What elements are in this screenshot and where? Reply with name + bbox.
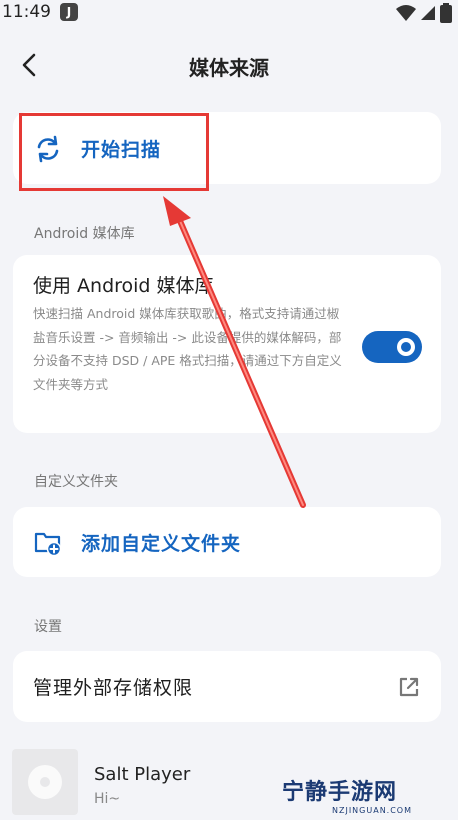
page-title: 媒体来源 xyxy=(189,56,269,80)
status-indicators xyxy=(396,3,452,23)
folder-add-icon xyxy=(34,532,62,557)
battery-icon xyxy=(440,3,452,23)
android-media-description: 快速扫描 Android 媒体库获取歌曲，格式支持请通过椒盐音乐设置 -> 音频… xyxy=(33,306,342,392)
add-custom-folder-label: 添加自定义文件夹 xyxy=(81,533,242,555)
app-bar: 媒体来源 xyxy=(0,40,458,90)
disc-icon xyxy=(28,765,62,799)
manage-storage-permission-label: 管理外部存储权限 xyxy=(33,677,194,699)
android-media-toggle[interactable] xyxy=(362,331,422,363)
custom-folder-section-label: 自定义文件夹 xyxy=(34,474,118,490)
watermark-main-text: 宁静手游网 xyxy=(282,780,398,805)
status-bar: 11:49 J xyxy=(0,0,458,26)
album-art xyxy=(12,749,78,815)
notification-app-icon: J xyxy=(60,3,78,21)
toggle-knob xyxy=(397,338,415,356)
add-custom-folder-button[interactable]: 添加自定义文件夹 xyxy=(13,507,441,577)
android-media-card: 使用 Android 媒体库 快速扫描 Android 媒体库获取歌曲，格式支持… xyxy=(13,255,441,433)
signal-icon xyxy=(421,6,435,20)
annotation-highlight-box xyxy=(19,113,209,191)
settings-section-label: 设置 xyxy=(34,619,62,635)
status-time: 11:49 xyxy=(2,2,51,22)
player-track-subtitle: Hi~ xyxy=(94,791,121,807)
android-section-label: Android 媒体库 xyxy=(34,226,135,242)
player-track-title: Salt Player xyxy=(94,764,191,785)
watermark-sub-text: NZJINGUAN.COM xyxy=(332,806,413,815)
wifi-icon xyxy=(396,5,416,21)
manage-storage-permission-button[interactable]: 管理外部存储权限 xyxy=(13,651,441,722)
open-external-icon xyxy=(399,677,419,697)
site-watermark: 宁静手游网 NZJINGUAN.COM xyxy=(282,774,452,816)
android-media-title: 使用 Android 媒体库 xyxy=(33,275,214,297)
